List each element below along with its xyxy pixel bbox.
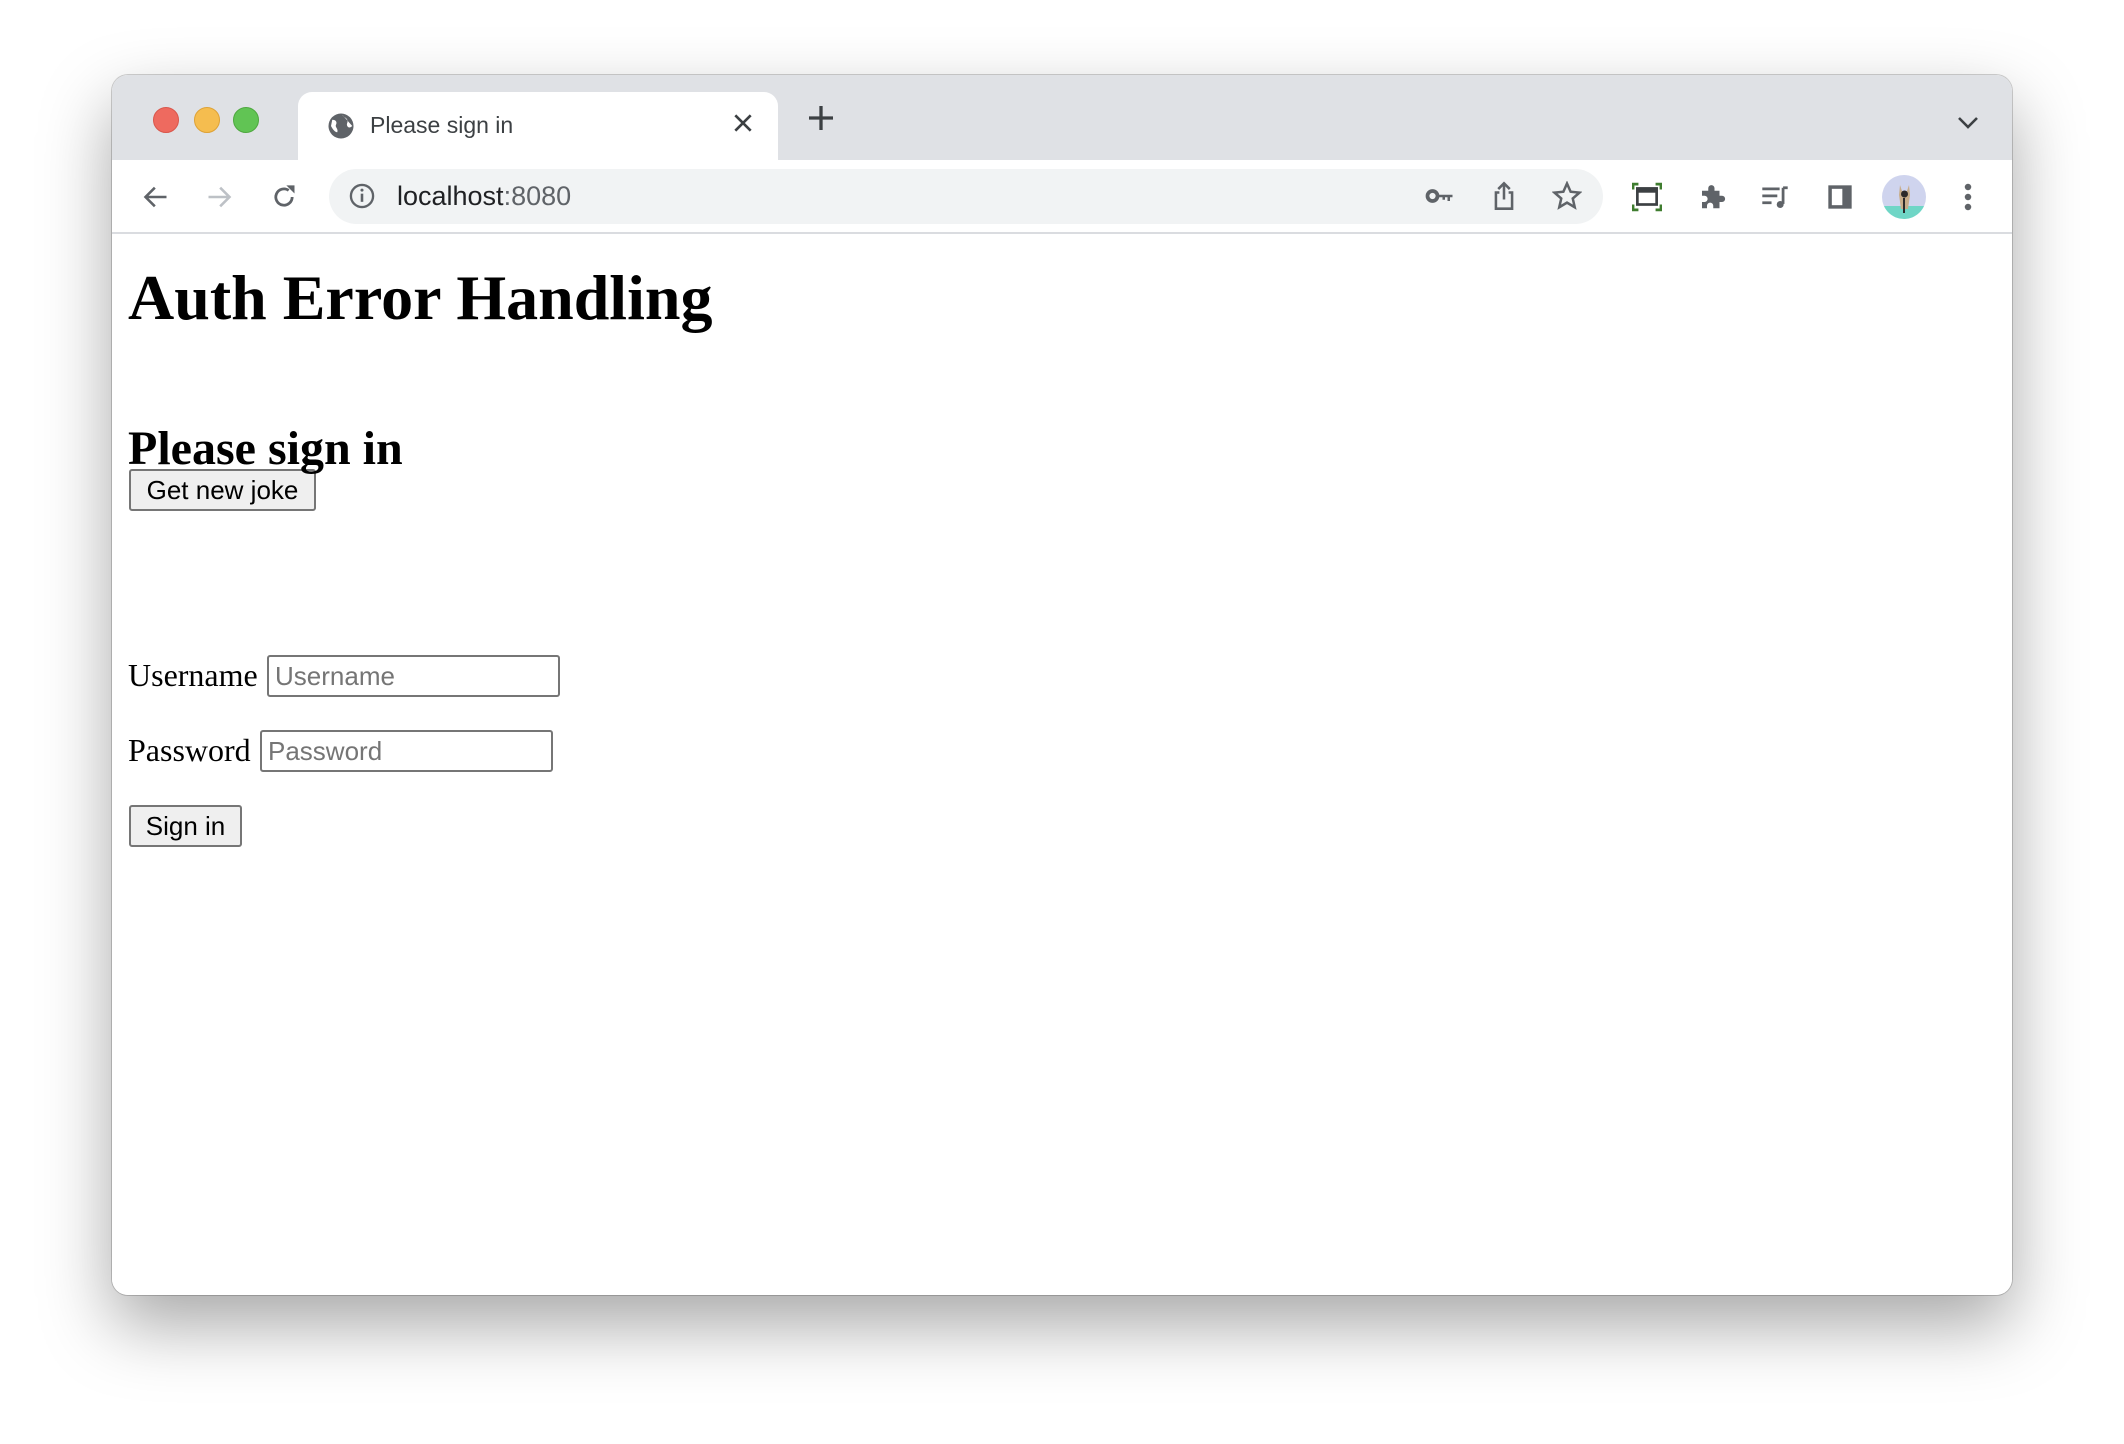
star-icon[interactable]	[1552, 181, 1582, 211]
share-icon[interactable]	[1489, 181, 1519, 211]
username-label: Username	[128, 657, 258, 693]
url-text[interactable]: localhost:8080	[397, 181, 571, 212]
info-icon[interactable]	[347, 181, 377, 211]
address-bar[interactable]: localhost:8080	[329, 169, 1603, 224]
signin-heading: Please sign in	[128, 422, 403, 475]
password-input[interactable]	[260, 730, 553, 772]
page-title: Auth Error Handling	[128, 262, 713, 333]
username-input[interactable]	[267, 655, 560, 697]
globe-icon	[326, 111, 356, 146]
media-icon[interactable]	[1760, 182, 1790, 212]
side-panel-icon[interactable]	[1825, 182, 1855, 212]
password-label: Password	[128, 732, 251, 768]
forward-icon[interactable]	[204, 182, 234, 212]
sign-in-button[interactable]: Sign in	[129, 805, 242, 847]
chevron-down-icon[interactable]	[1956, 115, 1980, 136]
more-icon[interactable]	[1953, 182, 1983, 212]
screenshot-icon[interactable]	[1632, 182, 1662, 212]
back-icon[interactable]	[141, 182, 171, 212]
tab-active[interactable]: Please sign in	[298, 92, 778, 160]
url-host: localhost	[397, 181, 504, 211]
browser-window: Please sign in localhost:8080 Auth Error…	[112, 75, 2012, 1295]
page-content: Auth Error Handling Get new joke Please …	[112, 234, 2012, 1295]
url-port: :8080	[503, 181, 572, 211]
maximize-window-button[interactable]	[233, 107, 259, 133]
close-icon[interactable]	[732, 110, 754, 140]
extensions-icon[interactable]	[1697, 182, 1727, 212]
reload-icon[interactable]	[269, 182, 299, 212]
key-icon[interactable]	[1425, 181, 1455, 211]
toolbar: localhost:8080	[112, 160, 2012, 234]
minimize-window-button[interactable]	[194, 107, 220, 133]
tab-bar: Please sign in	[112, 75, 2012, 160]
plus-icon[interactable]	[806, 103, 836, 138]
close-window-button[interactable]	[153, 107, 179, 133]
tab-title: Please sign in	[370, 112, 514, 138]
avatar[interactable]	[1882, 175, 1926, 219]
